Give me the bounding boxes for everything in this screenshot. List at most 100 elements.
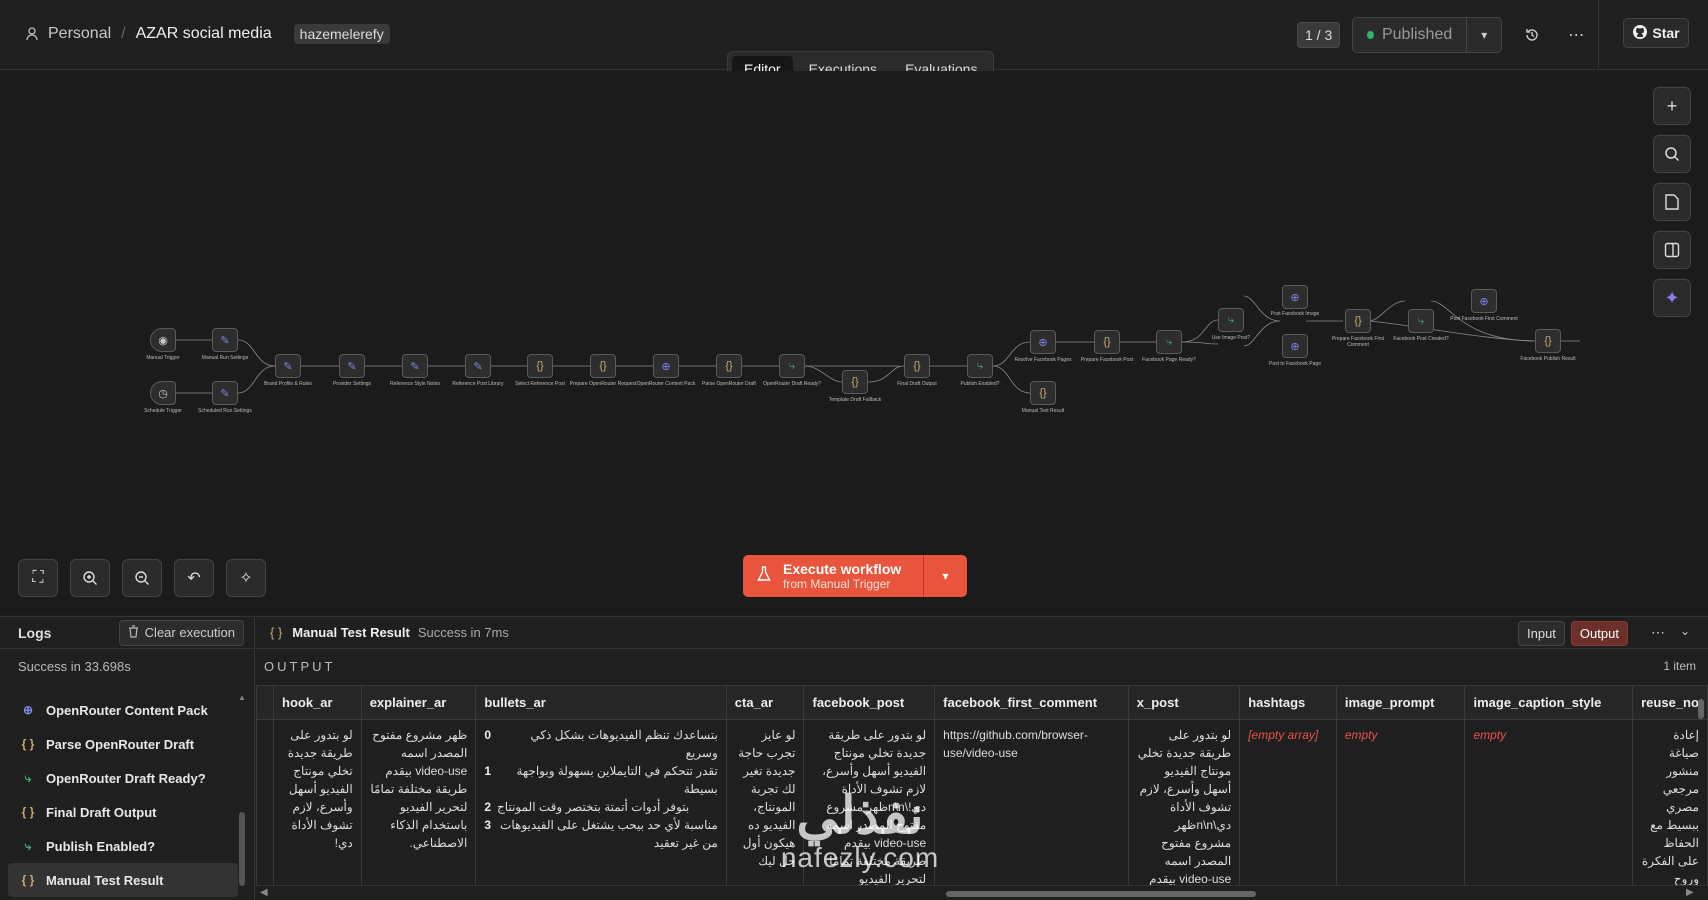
node-schedule-trigger[interactable]: ◷ (150, 381, 176, 405)
chevron-down-icon[interactable]: ⌄ (1680, 624, 1690, 638)
tidy-up-icon[interactable]: ✧ (226, 559, 266, 597)
table-cell[interactable]: لو عايز تجرب حاجة جديدة تغير لك تجربة ال… (725, 719, 805, 885)
node-parse-openrouter-draft[interactable]: {} (716, 354, 742, 378)
workflow-tag[interactable]: hazemelerefy (293, 24, 390, 44)
scroll-thumb[interactable] (946, 891, 1256, 897)
log-item-label: OpenRouter Content Pack (46, 702, 208, 718)
node-facebook-post-created[interactable]: ⤷ (1408, 309, 1434, 333)
search-icon[interactable] (1653, 135, 1691, 173)
log-item[interactable]: ⤷ OpenRouter Draft Ready? (8, 761, 238, 795)
bullet-text: مناسبة لأي حد بيحب يشتغل على الفيديوهات … (500, 818, 718, 850)
scroll-left-icon[interactable]: ◀ (260, 887, 268, 898)
node-final-draft-output[interactable]: {} (904, 354, 930, 378)
more-options-icon[interactable]: ⋯ (1651, 624, 1665, 641)
node-brand-profile[interactable]: ✎ (275, 354, 301, 378)
node-facebook-page-ready[interactable]: ⤷ (1156, 330, 1182, 354)
table-cell[interactable]: لو بتدور على طريقة جديدة تخلي مونتاج الف… (1127, 719, 1241, 885)
input-button[interactable]: Input (1518, 621, 1565, 646)
column-header[interactable]: explainer_ar (360, 685, 477, 720)
table-cell-empty[interactable]: [empty array] (1239, 719, 1337, 885)
node-prepare-facebook-first-comment[interactable]: {} (1345, 309, 1371, 333)
column-header[interactable]: hook_ar (273, 685, 362, 720)
scroll-thumb[interactable] (239, 812, 245, 886)
node-scheduled-run-settings[interactable]: ✎ (212, 381, 238, 405)
node-template-draft-fallback[interactable]: {} (842, 370, 868, 394)
log-item[interactable]: { } Parse OpenRouter Draft (8, 727, 238, 761)
node-prepare-facebook-post[interactable]: {} (1094, 330, 1120, 354)
node-prepare-openrouter-request[interactable]: {} (590, 354, 616, 378)
output-table-container[interactable]: hook_ar explainer_ar bullets_ar cta_ar f… (256, 685, 1708, 885)
output-button[interactable]: Output (1570, 621, 1628, 646)
column-header[interactable]: x_post (1127, 685, 1241, 720)
zoom-out-icon[interactable] (122, 559, 162, 597)
node-manual-test-result[interactable]: {} (1030, 381, 1056, 405)
node-manual-run-settings[interactable]: ✎ (212, 328, 238, 352)
scroll-thumb[interactable] (1698, 699, 1704, 719)
column-header[interactable]: hashtags (1239, 685, 1337, 720)
add-node-icon[interactable]: + (1653, 87, 1691, 125)
clear-execution-button[interactable]: Clear execution (118, 619, 244, 646)
github-star-button[interactable]: Star (1623, 18, 1689, 48)
column-header[interactable]: cta_ar (725, 685, 805, 720)
log-item-selected[interactable]: { } Manual Test Result (8, 863, 238, 897)
node-manual-trigger[interactable]: ◉ (150, 328, 176, 352)
scroll-up-icon[interactable]: ▲ (237, 693, 247, 702)
more-options-icon[interactable]: ⋯ (1562, 21, 1590, 49)
node-openrouter-content-pack[interactable]: ⊕ (653, 354, 679, 378)
sticky-note-icon[interactable] (1653, 183, 1691, 221)
node-reference-post-library[interactable]: ✎ (465, 354, 491, 378)
fit-view-icon[interactable]: ⛶ (18, 559, 58, 597)
node-label: Brand Profile & Rules (264, 381, 312, 387)
panel-toggle-icon[interactable] (1653, 231, 1691, 269)
node-select-reference-post[interactable]: {} (527, 354, 553, 378)
table-cell-bullets[interactable]: بتساعدك تنظم الفيديوهات بشكل ذكي وسريع 0 … (475, 719, 727, 885)
table-cell[interactable]: لو بتدور على طريقة جديدة تخلي مونتاج الف… (803, 719, 936, 885)
column-header[interactable]: facebook_first_comment (934, 685, 1129, 720)
node-post-to-facebook-page[interactable]: ⊕ (1282, 334, 1308, 358)
table-cell[interactable]: لو بتدور على طريقة جديدة تخلي مونتاج الف… (273, 719, 362, 885)
node-use-image-post[interactable]: ⤷ (1218, 308, 1244, 332)
node-facebook-publish-result[interactable]: {} (1535, 329, 1561, 353)
column-header[interactable]: image_prompt (1335, 685, 1466, 720)
table-cell-empty[interactable]: empty (1335, 719, 1466, 885)
node-resolve-facebook-pages[interactable]: ⊕ (1030, 330, 1056, 354)
zoom-in-icon[interactable] (70, 559, 110, 597)
globe-icon: ⊕ (22, 703, 34, 717)
node-provider-settings[interactable]: ✎ (339, 354, 365, 378)
node-reference-style-notes[interactable]: ✎ (402, 354, 428, 378)
table-cell[interactable]: ظهر مشروع مفتوح المصدر اسمه video-use بي… (360, 719, 477, 885)
published-button[interactable]: Published (1353, 18, 1468, 52)
log-item[interactable]: ⤷ Publish Enabled? (8, 829, 238, 863)
bullet-item: بتساعدك تنظم الفيديوهات بشكل ذكي وسريع 0 (484, 726, 717, 762)
edit-icon: ✎ (410, 360, 420, 373)
globe-icon: ⊕ (1290, 340, 1300, 353)
published-dropdown[interactable]: Published ▾ (1352, 17, 1503, 53)
ai-assistant-icon[interactable]: ✦ (1653, 279, 1691, 317)
code-icon: { } (270, 625, 283, 640)
node-post-facebook-image[interactable]: ⊕ (1282, 285, 1308, 309)
node-openrouter-draft-ready[interactable]: ⤷ (779, 354, 805, 378)
column-header[interactable]: facebook_post (803, 685, 936, 720)
execute-workflow-button[interactable]: Execute workflow from Manual Trigger ▾ (743, 555, 967, 597)
chevron-down-icon[interactable]: ▾ (924, 555, 967, 597)
table-cell-empty[interactable]: empty (1464, 719, 1634, 885)
scroll-right-icon[interactable]: ▶ (1686, 887, 1694, 898)
table-cell[interactable]: https://github.com/browser-use/video-use (934, 719, 1129, 885)
execute-workflow-main[interactable]: Execute workflow from Manual Trigger (743, 555, 924, 597)
log-item[interactable]: { } Final Draft Output (8, 795, 238, 829)
node-label: Schedule Trigger (144, 408, 182, 414)
column-header[interactable]: image_caption_style (1464, 685, 1634, 720)
table-vertical-scrollbar[interactable] (1696, 685, 1706, 885)
breadcrumb-personal[interactable]: Personal (48, 25, 111, 43)
node-publish-enabled[interactable]: ⤷ (967, 354, 993, 378)
chevron-down-icon[interactable]: ▾ (1467, 18, 1501, 52)
table-horizontal-scrollbar[interactable]: ◀ ▶ (256, 885, 1708, 900)
workflow-name[interactable]: AZAR social media (136, 25, 272, 43)
log-item[interactable]: ⊕ OpenRouter Content Pack (8, 693, 238, 727)
node-post-facebook-first-comment[interactable]: ⊕ (1471, 289, 1497, 313)
history-icon[interactable] (1518, 21, 1546, 49)
column-header[interactable]: bullets_ar (475, 685, 727, 720)
undo-icon[interactable]: ↶ (174, 559, 214, 597)
logs-scrollbar[interactable]: ▲ (237, 693, 247, 900)
workflow-canvas[interactable]: ◉ Manual Trigger ◷ Schedule Trigger ✎ Ma… (0, 71, 1708, 615)
